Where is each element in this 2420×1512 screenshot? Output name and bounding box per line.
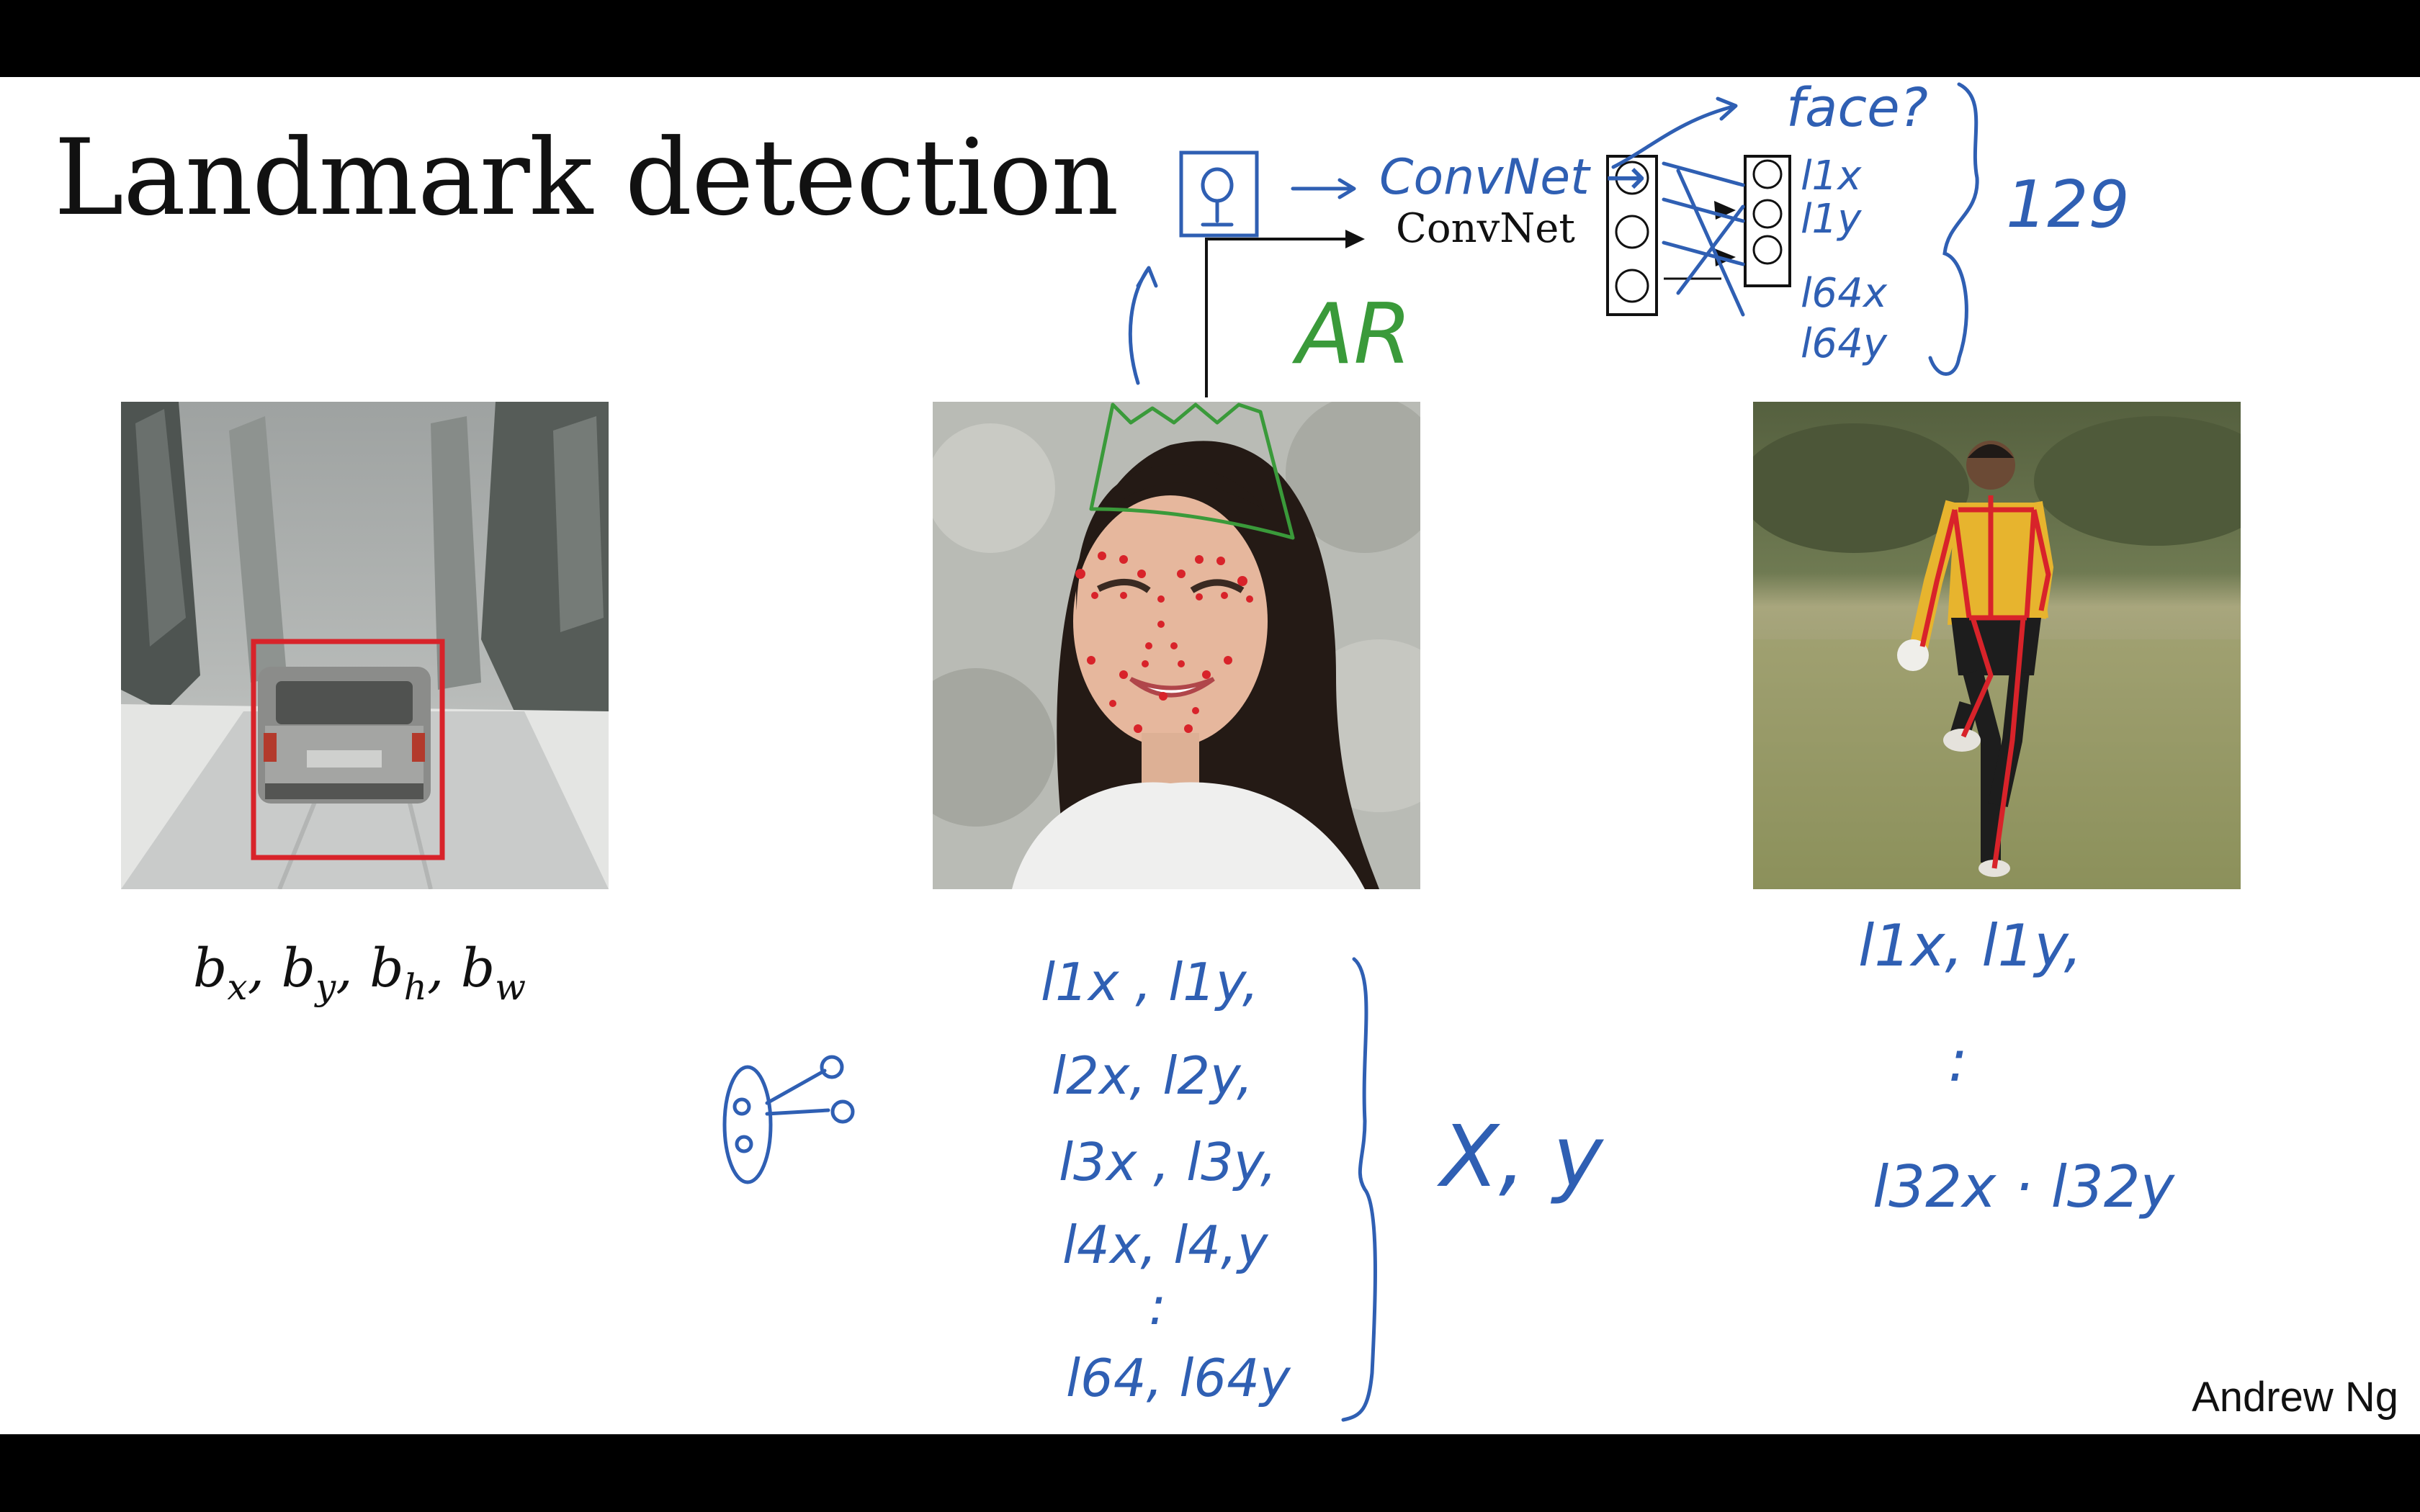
- pose-landmark-row-1: l1x, l1y,: [1858, 912, 2083, 979]
- output-count: 129: [2006, 167, 2130, 243]
- face-landmark-row-1: l1x , l1y,: [1041, 952, 1259, 1012]
- pose-landmark-ellipsis: :: [1948, 1027, 1968, 1094]
- output-l64y: l64y: [1801, 320, 1887, 367]
- slide: Landmark detection bx, by, bh, bw ConvNe…: [0, 77, 2420, 1434]
- face-landmark-row-64: l64, l64y: [1066, 1348, 1291, 1408]
- author-credit: Andrew Ng: [2192, 1374, 2398, 1421]
- output-l64x: l64x: [1801, 270, 1887, 317]
- xy-annotation: X, y: [1440, 1107, 1603, 1206]
- output-l1y: l1y: [1801, 196, 1862, 243]
- output-l1x: l1x: [1801, 153, 1862, 199]
- face-landmark-row-3: l3x , l3y,: [1059, 1132, 1277, 1192]
- face-landmarks: [1075, 552, 1253, 733]
- face-landmark-row-4: l4x, l4,y: [1062, 1215, 1268, 1275]
- face-query-annotation: face?: [1786, 77, 1928, 139]
- pose-landmark-row-32: l32x · l32y: [1873, 1153, 2175, 1220]
- ar-annotation: AR: [1296, 286, 1412, 383]
- convnet-handwritten: ConvNet →: [1379, 149, 1646, 206]
- face-landmark-ellipsis: :: [1149, 1276, 1167, 1336]
- face-landmark-row-2: l2x, l2y,: [1052, 1045, 1253, 1106]
